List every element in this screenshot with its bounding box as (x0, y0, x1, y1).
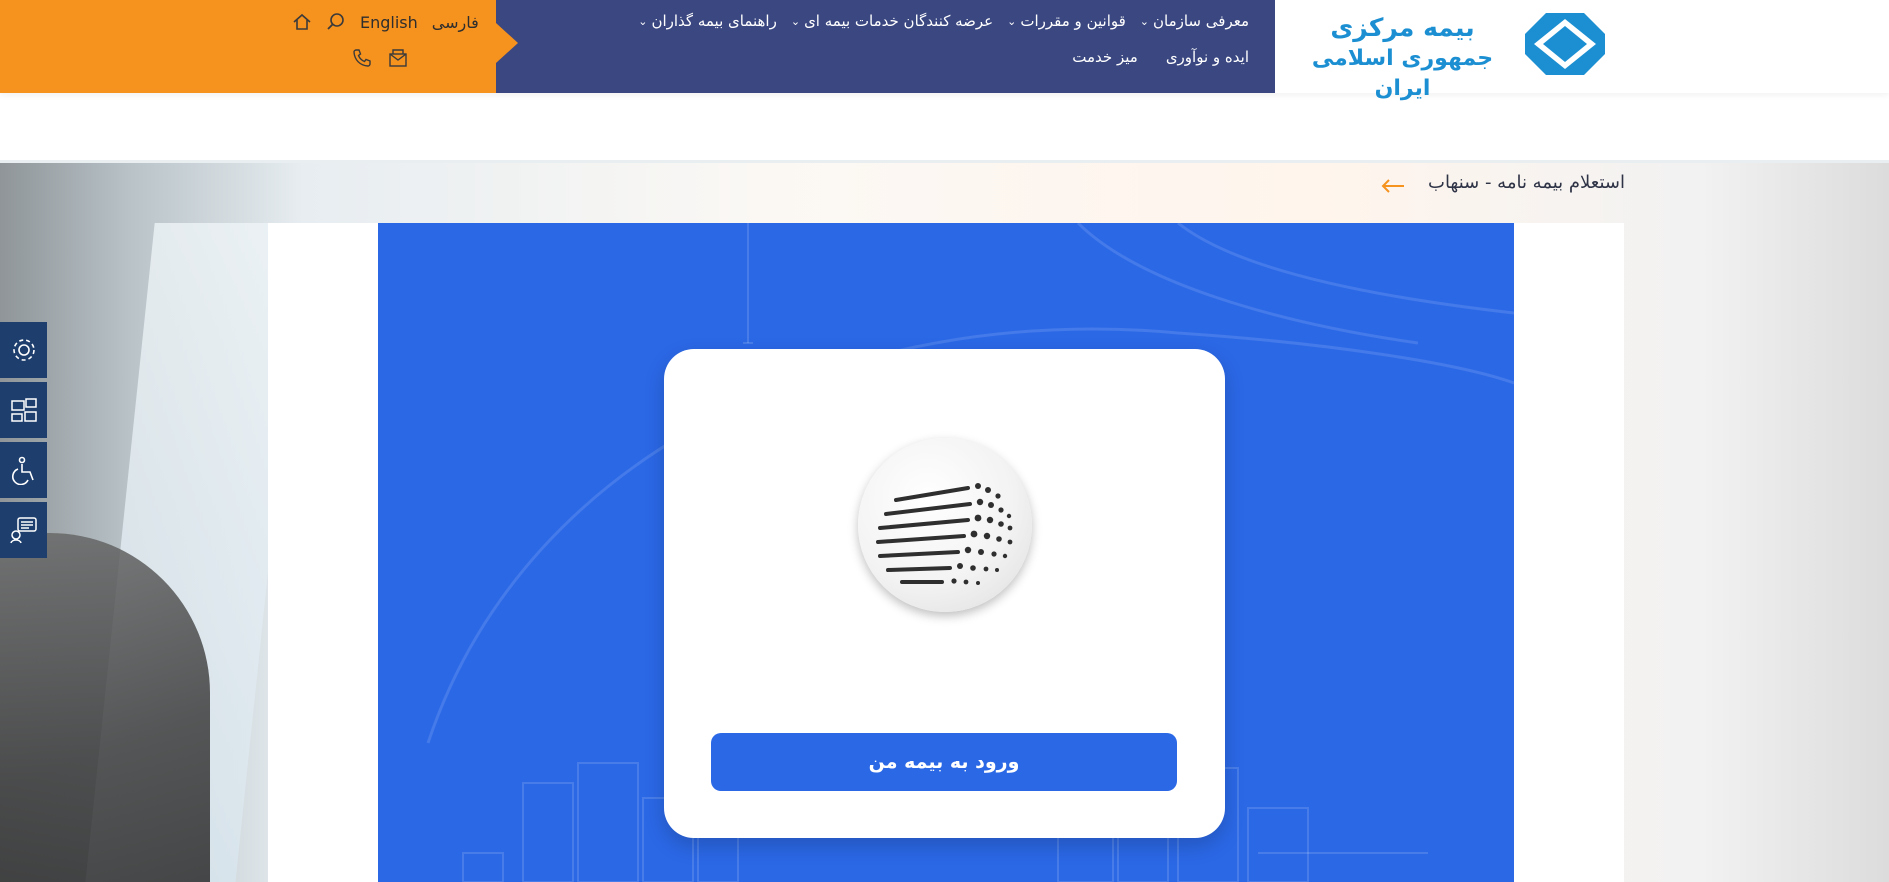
nav-laws[interactable]: قوانین و مقررات ⌄ (1007, 12, 1126, 30)
nav-providers[interactable]: عرضه کنندگان خدمات بیمه ای ⌄ (791, 12, 993, 30)
header: English فارسی معرفی سازمان ⌄ قوانین و مق… (0, 0, 1889, 101)
nav-row-primary: معرفی سازمان ⌄ قوانین و مقررات ⌄ عرضه کن… (624, 12, 1249, 30)
chevron-down-icon: ⌄ (1007, 14, 1017, 28)
computers-icon (9, 395, 39, 425)
computers-button[interactable] (0, 382, 47, 438)
nav-innovation-label: ایده و نوآوری (1165, 48, 1249, 66)
nav-row-secondary: ایده و نوآوری میز خدمت (1044, 48, 1249, 66)
chevron-down-icon: ⌄ (1139, 14, 1149, 28)
lang-english-link[interactable]: English (360, 13, 418, 32)
nav-service-desk[interactable]: میز خدمت (1072, 48, 1138, 66)
page-title: استعلام بیمه نامه - سنهاب (1428, 172, 1625, 193)
arrow-left-icon (1380, 178, 1406, 194)
search-icon[interactable] (326, 12, 346, 32)
lang-farsi-link[interactable]: فارسی (432, 13, 479, 32)
phone-icon[interactable] (352, 48, 372, 68)
chevron-down-icon: ⌄ (790, 14, 801, 28)
settings-icon (9, 335, 39, 365)
nav-service-desk-label: میز خدمت (1072, 48, 1138, 66)
mail-icon[interactable] (388, 48, 408, 68)
logo-line1: بیمه مرکزی (1330, 13, 1475, 42)
nav-about[interactable]: معرفی سازمان ⌄ (1140, 12, 1249, 30)
header-spacer (0, 93, 1889, 161)
contact-row (352, 48, 424, 68)
logo-line2: جمهوری اسلامی ایران (1311, 46, 1494, 101)
main-nav: معرفی سازمان ⌄ قوانین و مقررات ⌄ عرضه کن… (496, 0, 1275, 93)
top-tools-bar: English فارسی (0, 0, 496, 93)
logo-text[interactable]: بیمه مرکزی جمهوری اسلامی ایران (1290, 12, 1515, 101)
diamond-logo-icon[interactable] (1524, 12, 1606, 76)
settings-button[interactable] (0, 322, 47, 378)
tools-row: English فارسی (292, 12, 493, 32)
nav-guide-label: راهنمای بیمه گذاران (651, 12, 777, 30)
accessibility-icon (9, 455, 39, 485)
chevron-down-icon: ⌄ (638, 14, 648, 28)
orange-arrow-shape (496, 23, 518, 63)
nav-about-label: معرفی سازمان (1153, 12, 1249, 30)
nav-guide[interactable]: راهنمای بیمه گذاران ⌄ (638, 12, 777, 30)
nav-innovation[interactable]: ایده و نوآوری (1166, 48, 1249, 66)
accessibility-button[interactable] (0, 442, 47, 498)
side-toolbar (0, 322, 47, 562)
globe-logo-icon (858, 438, 1032, 612)
chat-button[interactable] (0, 502, 47, 558)
home-icon[interactable] (292, 12, 312, 32)
login-my-insurance-button[interactable]: ورود به بیمه من (711, 733, 1177, 791)
chat-icon (9, 515, 39, 545)
nav-laws-label: قوانین و مقررات (1020, 12, 1126, 30)
nav-providers-label: عرضه کنندگان خدمات بیمه ای (804, 12, 994, 30)
